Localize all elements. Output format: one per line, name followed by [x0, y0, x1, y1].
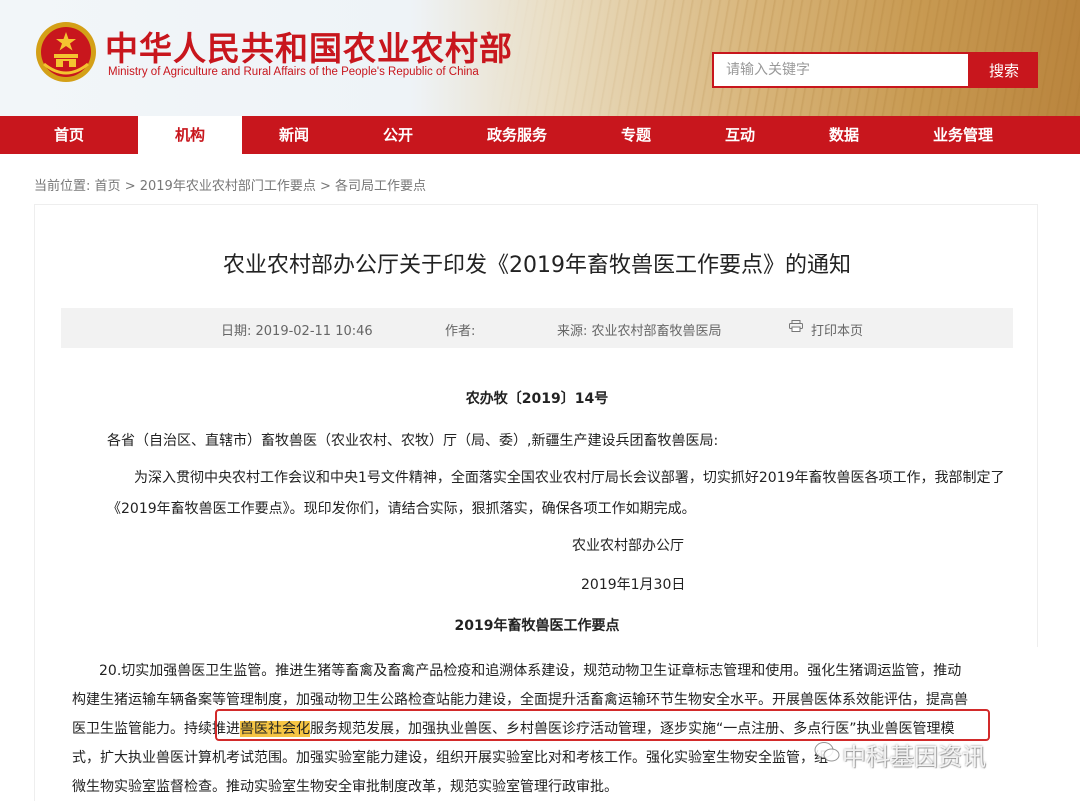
breadcrumb-separator: > — [124, 179, 136, 194]
print-icon[interactable] — [789, 320, 803, 335]
nav-item-organizations[interactable]: 机构 — [138, 116, 242, 154]
search-button[interactable]: 搜索 — [970, 52, 1038, 88]
nav-item-business-management[interactable]: 业务管理 — [896, 116, 1030, 154]
nav-item-government-services[interactable]: 政务服务 — [450, 116, 584, 154]
nav-item-data[interactable]: 数据 — [792, 116, 896, 154]
breadcrumb-item-work-points[interactable]: 2019年农业农村部门工作要点 — [140, 179, 316, 194]
breadcrumb-separator: > — [319, 179, 331, 194]
main-nav: 首页 机构 新闻 公开 政务服务 专题 互动 数据 业务管理 — [0, 116, 1080, 154]
search-input[interactable] — [712, 52, 970, 88]
signer: 农业农村部办公厅 — [572, 538, 684, 554]
addressee: 各省（自治区、直辖市）畜牧兽医（农业农村、农牧）厅（局、委）,新疆生产建设兵团畜… — [107, 433, 719, 449]
national-emblem-icon — [36, 22, 96, 82]
site-header: 中华人民共和国农业农村部 Ministry of Agriculture and… — [0, 0, 1080, 116]
breadcrumb-prefix: 当前位置: — [34, 179, 91, 194]
meta-source: 来源: 农业农村部畜牧兽医局 — [557, 324, 722, 339]
breadcrumb-item-department-points[interactable]: 各司局工作要点 — [335, 179, 426, 194]
section-title: 2019年畜牧兽医工作要点 — [454, 618, 620, 634]
nav-item-interaction[interactable]: 互动 — [688, 116, 792, 154]
body-paragraph: 为深入贯彻中央农村工作会议和中央1号文件精神，全面落实全国农业农村厅局长会议部署… — [107, 463, 1005, 525]
breadcrumb-item-home[interactable]: 首页 — [95, 179, 121, 194]
document-number: 农办牧〔2019〕14号 — [465, 391, 609, 407]
excerpt-text: 医卫生监管能力。 — [72, 721, 184, 737]
article-title: 农业农村部办公厅关于印发《2019年畜牧兽医工作要点》的通知 — [223, 253, 851, 278]
excerpt-line: 20.切实加强兽医卫生监管。推进生猪等畜禽及畜禽产品检疫和追溯体系建设，规范动物… — [99, 663, 962, 679]
signing-date: 2019年1月30日 — [581, 577, 686, 593]
print-link[interactable]: 打印本页 — [811, 320, 863, 339]
nav-item-news[interactable]: 新闻 — [242, 116, 346, 154]
watermark: 中科基因资讯 — [842, 743, 986, 771]
nav-item-topics[interactable]: 专题 — [584, 116, 688, 154]
nav-item-home[interactable]: 首页 — [0, 116, 138, 154]
excerpt-line: 微生物实验室监督检查。推动实验室生物安全审批制度改革，规范实验室管理行政审批。 — [72, 779, 618, 795]
nav-item-public[interactable]: 公开 — [346, 116, 450, 154]
site-title: 中华人民共和国农业农村部 — [105, 29, 513, 68]
site-subtitle: Ministry of Agriculture and Rural Affair… — [108, 66, 479, 78]
breadcrumb: 当前位置: 首页 > 2019年农业农村部门工作要点 > 各司局工作要点 — [34, 175, 426, 194]
body-line: 为深入贯彻中央农村工作会议和中央1号文件精神，全面落实全国农业农村厅局长会议部署… — [134, 470, 1005, 486]
meta-author: 作者: — [445, 324, 476, 339]
article-meta: 日期: 2019-02-11 10:46 作者: 来源: 农业农村部畜牧兽医局 … — [61, 308, 1013, 348]
wechat-icon — [814, 742, 840, 762]
body-line: 《2019年畜牧兽医工作要点》。现印发你们，请结合实际，狠抓落实，确保各项工作如… — [107, 501, 696, 517]
meta-date: 日期: 2019-02-11 10:46 — [221, 324, 373, 339]
